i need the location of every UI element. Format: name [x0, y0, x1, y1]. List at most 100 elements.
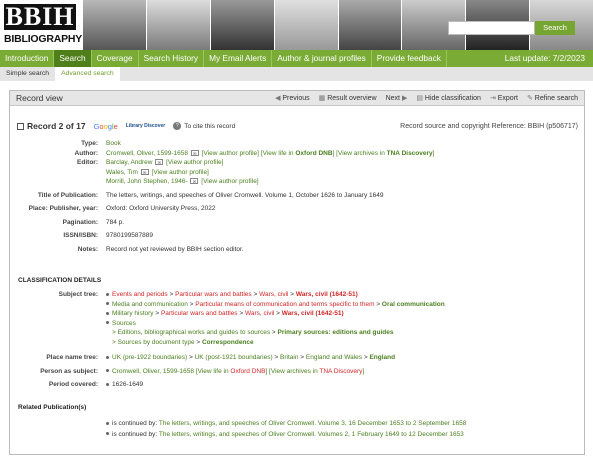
tree-link[interactable]: Correspondence [202, 339, 254, 346]
related-prefix: is continued by: [112, 430, 159, 438]
field-type: Type: Book [10, 139, 584, 149]
field-label: Place: Publisher, year: [28, 205, 98, 212]
field-notes: Notes: Record not yet reviewed by BBIH s… [10, 245, 584, 255]
tree-link[interactable]: Wars, civil (1642-51) [282, 310, 344, 317]
editor-item: Barclay, Andrew ✉ [View author profile] [106, 158, 584, 168]
place-tree-lines: UK (pre-1922 boundaries) > UK (post-1921… [106, 353, 584, 363]
tree-link[interactable]: Britain [280, 354, 298, 361]
refine-icon: ✎ [526, 95, 535, 102]
nav-coverage[interactable]: Coverage [92, 50, 139, 67]
banner-photo [82, 0, 146, 50]
next-link[interactable]: Next ▶ [386, 94, 408, 102]
editor-profile-link[interactable]: [View author profile] [152, 169, 209, 176]
tree-link[interactable]: > Sources by document type [112, 339, 195, 346]
tree-link[interactable]: ] [362, 368, 364, 375]
chain-separator: > [251, 291, 260, 298]
related-link[interactable]: The letters, writings, and speeches of O… [159, 431, 464, 438]
subject-tree: Subject tree: Events and periods > Parti… [10, 290, 584, 347]
nav-author-journal-profiles[interactable]: Author & journal profiles [272, 50, 372, 67]
field-isbn: ISSN/ISBN: 9780199587889 [10, 231, 584, 241]
tree-link[interactable]: Sources [112, 320, 136, 327]
tree-link[interactable]: Particular means of communication and te… [195, 301, 374, 308]
field-label: Type: [81, 140, 98, 147]
record-select-checkbox[interactable] [17, 122, 24, 130]
export-link[interactable]: ⇥ Export [490, 94, 518, 102]
author-profile-links[interactable]: [View author profile] [View life in [202, 150, 294, 157]
tree-link[interactable]: England and Wales [306, 354, 362, 361]
title-value: The letters, writings, and speeches of O… [106, 191, 384, 199]
field-label: Editor: [77, 159, 98, 166]
site-search-button[interactable]: Search [535, 21, 575, 35]
tree-link[interactable]: > Editions, bibliographical works and gu… [112, 329, 270, 336]
tree-link[interactable]: UK (pre-1922 boundaries) [112, 354, 187, 361]
subject-line: Media and communication > Particular mea… [106, 300, 584, 310]
google-link[interactable]: Google [94, 122, 118, 131]
place-name-tree: Place name tree: UK (pre-1922 boundaries… [10, 353, 584, 363]
related-publications: is continued by: The letters, writings, … [10, 419, 584, 439]
tree-link[interactable]: Wars, civil [245, 310, 274, 317]
author-name-link[interactable]: Cromwell, Oliver, 1599-1658 [106, 150, 188, 157]
chain-separator: > [270, 329, 278, 336]
bbih-logo[interactable]: BBIH [4, 4, 76, 30]
period-value-wrap: 1626-1649 [106, 380, 584, 390]
tree-link[interactable]: Particular wars and battles [161, 310, 238, 317]
tree-link[interactable]: [View life in [194, 368, 230, 375]
subnav-simple-search[interactable]: Simple search [0, 67, 55, 81]
tree-link[interactable]: Oxford DNB [230, 368, 265, 375]
cite-link[interactable]: To cite this record [184, 123, 400, 130]
record-view-panel: Record view ◀ Previous ▦ Result overview… [9, 90, 585, 455]
related-prefix: is continued by: [112, 420, 159, 427]
tree-link[interactable]: Media and communication [112, 301, 188, 308]
nav-introduction[interactable]: Introduction [0, 50, 55, 67]
oxford-dnb-link[interactable]: Oxford DNB [295, 150, 332, 157]
chain-separator: > [153, 310, 161, 317]
field-label: Period covered: [48, 381, 98, 388]
tree-link[interactable]: Oral communication [382, 301, 445, 308]
view-archives-text[interactable]: ] [View archives in [333, 150, 385, 157]
tree-link[interactable]: TNA Discovery [319, 368, 362, 375]
tree-link[interactable]: Cromwell, Oliver, 1599-1658 [112, 368, 194, 375]
tree-link[interactable]: Wars, civil [259, 291, 288, 298]
field-place: Place: Publisher, year: Oxford: Oxford U… [10, 204, 584, 214]
tree-link[interactable]: UK (post-1921 boundaries) [195, 354, 273, 361]
site-search-input[interactable] [448, 21, 535, 35]
editor-item: Morrill, John Stephen, 1946- ✉ [View aut… [106, 177, 584, 187]
subnav-advanced-search[interactable]: Advanced search [55, 67, 120, 81]
record-count: Record 2 of 17 [27, 121, 86, 131]
cite-icon[interactable]: ? [173, 122, 182, 130]
related-item: is continued by: The letters, writings, … [10, 430, 584, 440]
tna-discovery-link[interactable]: TNA Discovery [387, 150, 433, 157]
editor-profile-link[interactable]: [View author profile] [166, 159, 223, 166]
nav-search-history[interactable]: Search History [139, 50, 205, 67]
chain-separator: > [288, 291, 296, 298]
subject-line: Events and periods > Particular wars and… [106, 290, 584, 300]
editor-profile-link[interactable]: [View author profile] [201, 178, 258, 185]
tree-link[interactable]: Military history [112, 310, 154, 317]
tree-link[interactable]: ] [View archives in [265, 368, 319, 375]
chain-separator: > [167, 291, 176, 298]
result-overview-link[interactable]: ▦ Result overview [319, 94, 377, 102]
library-discover-link[interactable]: Library Discover [126, 123, 165, 129]
nav-email-alerts[interactable]: My Email Alerts [204, 50, 273, 67]
subject-sub-line: > Editions, bibliographical works and gu… [106, 328, 584, 338]
nav-search[interactable]: Search [54, 50, 92, 67]
related-link[interactable]: The letters, writings, and speeches of O… [159, 420, 466, 427]
tree-link[interactable]: Events and periods [112, 291, 168, 298]
bullet [106, 382, 109, 386]
type-value[interactable]: Book [106, 139, 584, 149]
tree-link[interactable]: Particular wars and battles [175, 291, 252, 298]
tree-link[interactable]: Wars, civil (1642-51) [296, 291, 358, 298]
classification-details: Subject tree: Events and periods > Parti… [10, 290, 584, 390]
previous-link[interactable]: ◀ Previous [275, 94, 310, 102]
related-spacer [10, 430, 106, 440]
editor-name-link[interactable]: Morrill, John Stephen, 1946- [106, 178, 188, 185]
tree-link[interactable]: Primary sources: editions and guides [278, 329, 394, 336]
refine-search-link[interactable]: ✎ Refine search [527, 94, 578, 102]
editor-name-link[interactable]: Barclay, Andrew [106, 159, 152, 166]
bullet [106, 355, 109, 359]
tree-link[interactable]: England [369, 354, 395, 361]
nav-provide-feedback[interactable]: Provide feedback [372, 50, 447, 67]
hide-classification-link[interactable]: ▤ Hide classification [416, 94, 481, 102]
field-title: Title of Publication: The letters, writi… [10, 191, 584, 201]
editor-name-link[interactable]: Wales, Tim [106, 169, 138, 176]
